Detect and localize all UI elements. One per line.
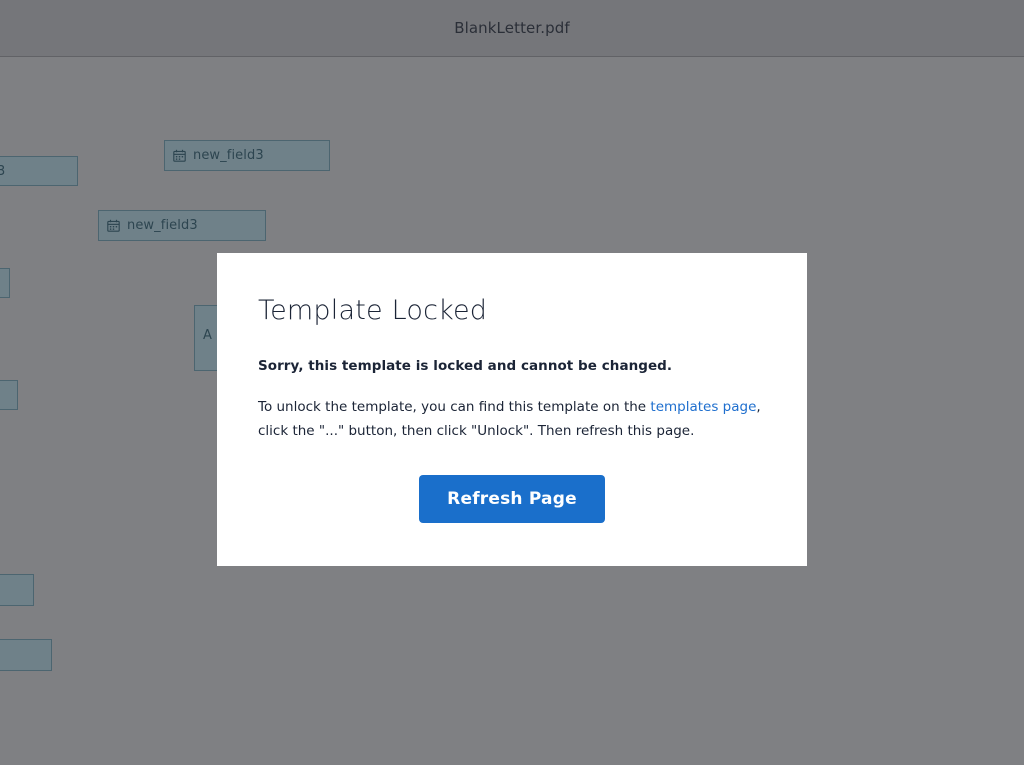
templates-page-link[interactable]: templates page [650,399,756,415]
modal-overlay: Template Locked Sorry, this template is … [0,0,1024,765]
refresh-page-button[interactable]: Refresh Page [419,475,605,524]
dialog-actions: Refresh Page [258,475,766,524]
dialog-body-message: To unlock the template, you can find thi… [258,395,766,443]
dialog-body-text-before-link: To unlock the template, you can find thi… [258,399,651,416]
template-locked-dialog: Template Locked Sorry, this template is … [217,253,807,566]
dialog-title: Template Locked [258,295,488,326]
dialog-lead-message: Sorry, this template is locked and canno… [258,358,673,375]
